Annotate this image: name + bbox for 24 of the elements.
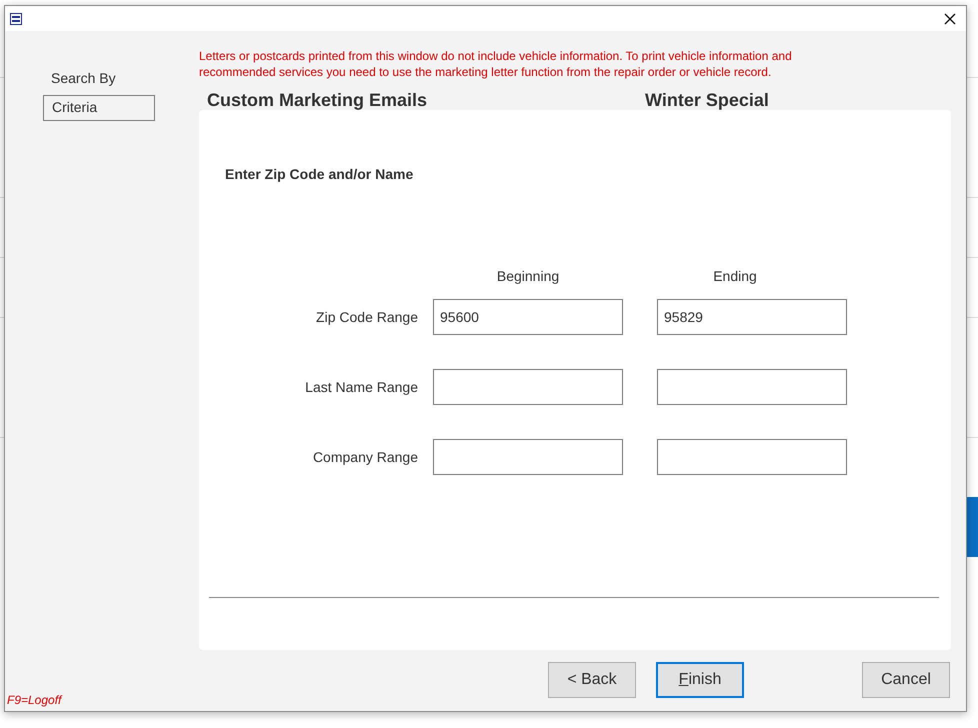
criteria-list-item[interactable]: Criteria (43, 95, 155, 121)
range-label: Last Name Range (304, 379, 419, 395)
hotkey-hint: F9=Logoff (7, 693, 62, 707)
range-label: Company Range (312, 449, 419, 465)
app-icon (10, 12, 22, 24)
background-band (967, 497, 978, 557)
input-field[interactable] (433, 439, 623, 475)
nav-button[interactable]: < Back (548, 662, 636, 698)
column-header: Ending (712, 268, 758, 284)
input-field[interactable] (657, 439, 847, 475)
close-icon[interactable] (944, 12, 956, 24)
input-field[interactable] (433, 369, 623, 405)
form-title: Custom Marketing Emails (207, 89, 428, 111)
campaign-name: Winter Special (645, 89, 769, 111)
input-field[interactable] (657, 369, 847, 405)
panel-heading: Enter Zip Code and/or Name (225, 166, 414, 182)
column-header: Beginning (496, 268, 560, 284)
range-label: Zip Code Range (315, 309, 419, 325)
cancel-button[interactable]: Cancel (862, 662, 950, 698)
input-field[interactable]: 95600 (433, 299, 623, 335)
input-field[interactable]: 95829 (657, 299, 847, 335)
nav-button[interactable]: Finish (656, 662, 744, 698)
notice-text: Letters or postcards printed from this window do not include vehicle information. To print vehicle information and recommended services you need to use the marketing letter function from the repair order or vehicle record. (199, 48, 793, 80)
search-by-label: Search By (51, 70, 116, 86)
